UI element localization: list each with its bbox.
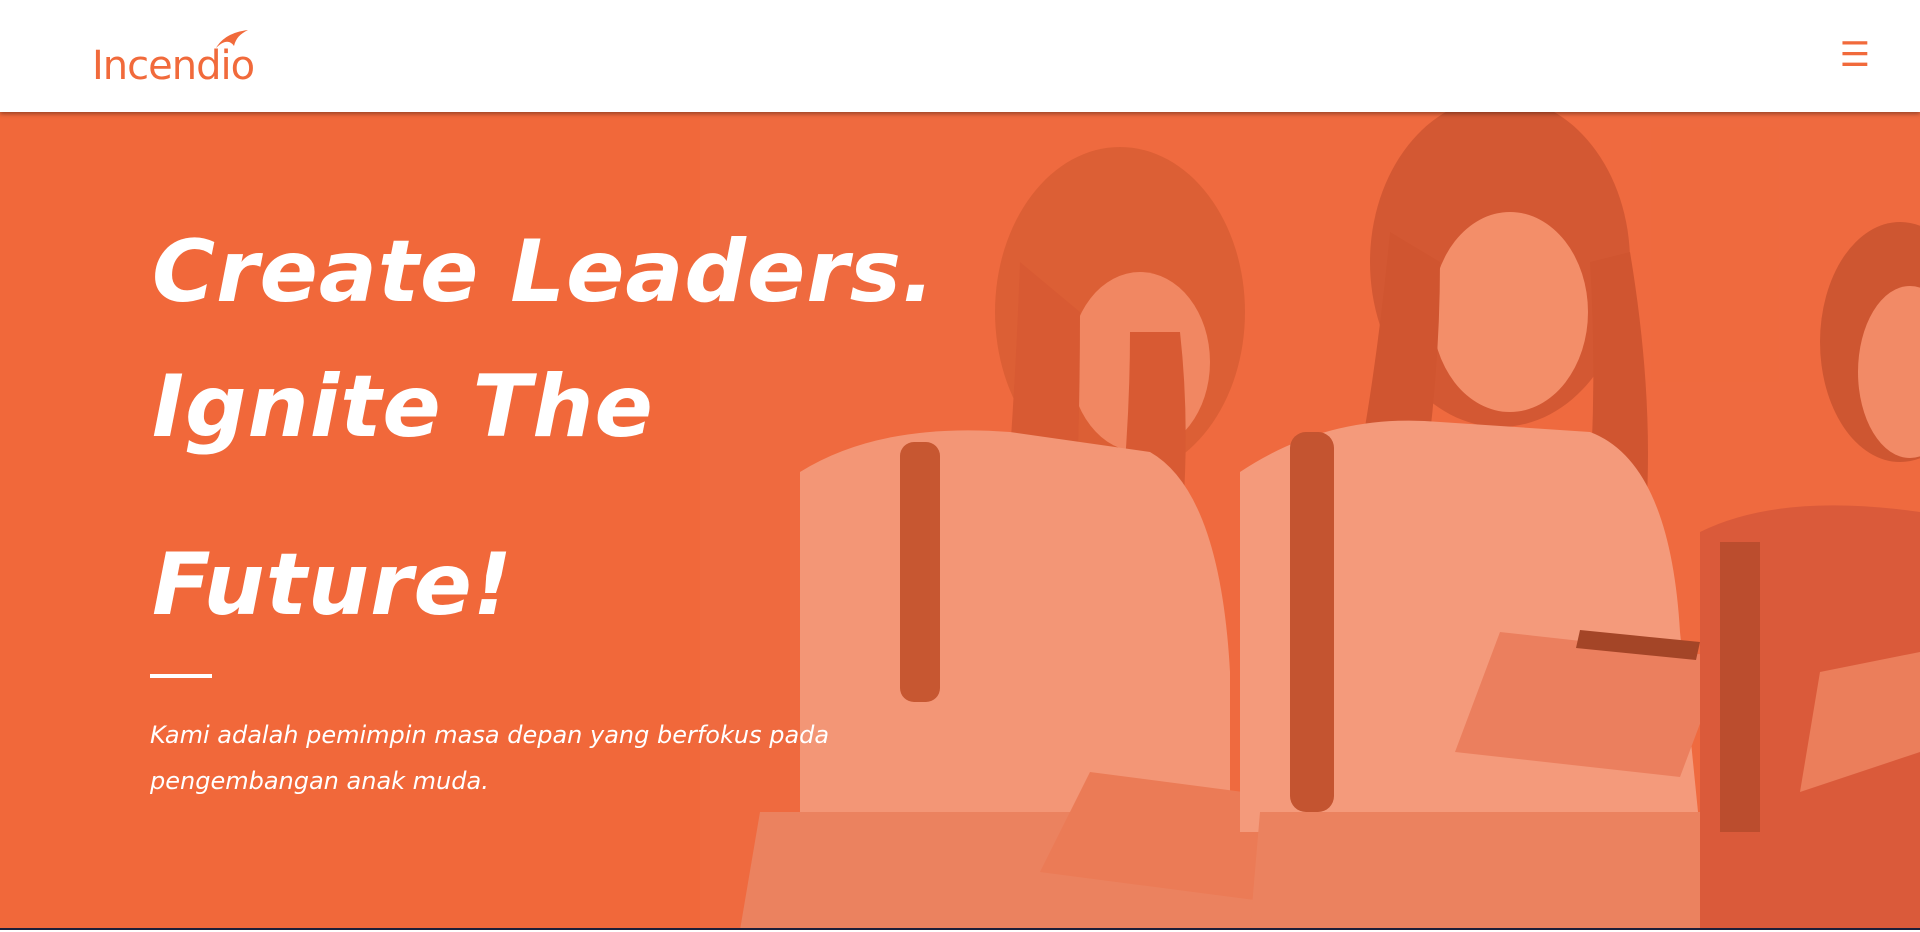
hamburger-menu-icon[interactable]: ☰ xyxy=(1838,38,1872,72)
hero-subtitle: Kami adalah pemimpin masa depan yang ber… xyxy=(150,721,830,795)
hero-title-line-3: Future! xyxy=(152,535,514,635)
logo-text: Incendio xyxy=(92,43,255,89)
hero-title-line-1: Create Leaders. xyxy=(152,222,936,322)
logo-flame-icon xyxy=(216,30,248,48)
hero-divider xyxy=(150,674,212,678)
hero-title-line-2: Ignite The xyxy=(152,357,654,457)
section-bottom-edge xyxy=(0,928,1920,930)
hero-section: Create Leaders. Ignite The Future! Kami … xyxy=(0,112,1920,930)
incendio-logo[interactable]: Incendio xyxy=(92,28,255,89)
navbar: Incendio ☰ xyxy=(0,0,1920,112)
